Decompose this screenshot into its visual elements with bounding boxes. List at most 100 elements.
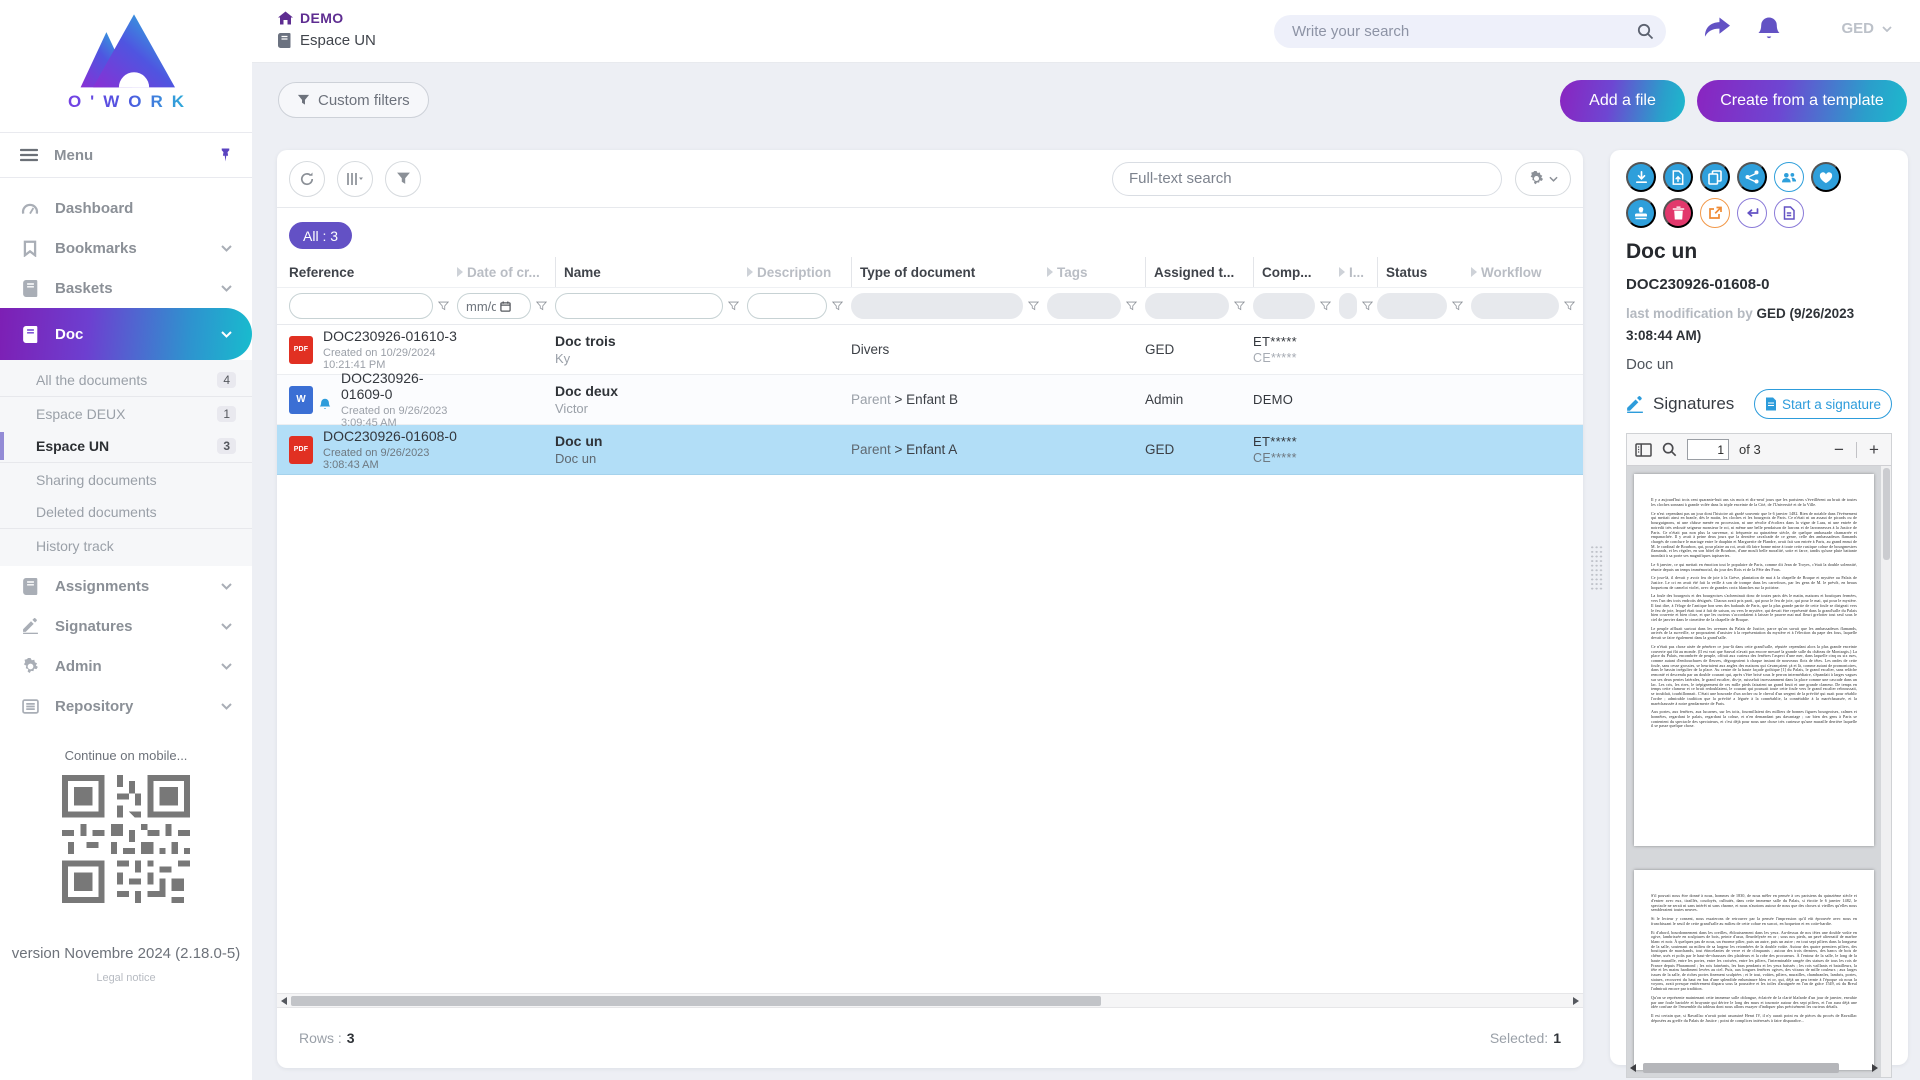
column-header-tags[interactable]: Tags [1047, 257, 1145, 287]
filter-assigned[interactable] [1145, 293, 1229, 319]
breadcrumb-current[interactable]: Espace UN [278, 32, 376, 49]
sidebar-menu-toggle[interactable]: Menu [0, 132, 252, 178]
filter-date-input[interactable] [466, 299, 496, 314]
scroll-right-arrow[interactable] [1573, 997, 1579, 1005]
filter-status[interactable] [1377, 293, 1447, 319]
return-button[interactable] [1737, 198, 1767, 228]
funnel-icon[interactable] [1028, 301, 1039, 311]
funnel-icon[interactable] [1126, 301, 1137, 311]
stamp-button[interactable] [1626, 198, 1656, 228]
scroll-right-arrow[interactable] [1872, 1064, 1878, 1072]
pdf-vertical-scrollbar[interactable] [1881, 466, 1891, 1077]
document-button[interactable] [1774, 198, 1804, 228]
scroll-left-arrow[interactable] [1630, 1064, 1636, 1072]
share-icon[interactable] [1704, 16, 1730, 40]
column-header-description[interactable]: Description [747, 257, 851, 287]
add-file-button[interactable]: Add a file [1560, 80, 1685, 122]
pdf-horizontal-scrollbar[interactable] [1627, 1062, 1881, 1074]
column-header-company[interactable]: Comp... [1253, 257, 1339, 287]
funnel-icon[interactable] [1362, 301, 1373, 311]
filter-reference-input[interactable] [298, 299, 424, 314]
funnel-icon[interactable] [1564, 301, 1575, 311]
calendar-icon[interactable] [500, 301, 511, 312]
share-nodes-button[interactable] [1737, 162, 1767, 192]
subnav-espace-deux[interactable]: Espace DEUX 1 [0, 397, 252, 430]
delete-button[interactable] [1663, 198, 1693, 228]
horizontal-scrollbar[interactable] [277, 993, 1583, 1008]
funnel-icon[interactable] [728, 301, 739, 311]
subnav-history-track[interactable]: History track [0, 529, 252, 562]
pdf-pages[interactable]: Il y a aujourd'hui trois cent quarante-h… [1627, 466, 1881, 1077]
sidebar-item-admin[interactable]: Admin [0, 646, 252, 686]
start-signature-button[interactable]: Start a signature [1754, 389, 1892, 419]
user-menu[interactable]: GED [1841, 20, 1892, 37]
column-header-status[interactable]: Status [1377, 257, 1471, 287]
sidebar-item-repository[interactable]: Repository [0, 686, 252, 726]
global-search-input[interactable] [1292, 23, 1637, 40]
table-row-selected[interactable]: PDF DOC230926-01608-0 Created on 9/26/20… [277, 425, 1583, 475]
sidebar-item-signatures[interactable]: Signatures [0, 606, 252, 646]
search-icon[interactable] [1637, 23, 1654, 40]
filter-name-input[interactable] [564, 299, 714, 314]
scrollbar-thumb[interactable] [291, 996, 1101, 1006]
sidebar-item-doc[interactable]: Doc [0, 308, 252, 360]
funnel-icon[interactable] [1234, 301, 1245, 311]
filter-tags[interactable] [1047, 293, 1121, 319]
pin-icon[interactable] [219, 148, 232, 162]
table-row[interactable]: PDF DOC230926-01610-3 Created on 10/29/2… [277, 325, 1583, 375]
custom-filters-button[interactable]: Custom filters [278, 82, 429, 118]
filter-description-input[interactable] [756, 299, 818, 314]
funnel-icon[interactable] [832, 301, 843, 311]
tab-all-count[interactable]: All : 3 [289, 222, 352, 249]
download-button[interactable] [1626, 162, 1656, 192]
funnel-icon[interactable] [536, 301, 547, 311]
sidebar-toggle-icon[interactable] [1635, 443, 1652, 457]
sidebar-item-dashboard[interactable]: Dashboard [0, 188, 252, 228]
global-search[interactable] [1274, 15, 1666, 48]
funnel-icon[interactable] [1320, 301, 1331, 311]
filter-date[interactable] [457, 293, 531, 319]
fulltext-search[interactable] [1112, 162, 1502, 196]
sidebar-item-assignments[interactable]: Assignments [0, 566, 252, 606]
column-header-i[interactable]: I... [1339, 257, 1377, 287]
scroll-left-arrow[interactable] [281, 997, 287, 1005]
file-upload-button[interactable] [1663, 162, 1693, 192]
filter-workflow[interactable] [1471, 293, 1559, 319]
external-link-button[interactable] [1700, 198, 1730, 228]
filter-name[interactable] [555, 293, 723, 319]
scrollbar-thumb[interactable] [1883, 468, 1890, 560]
column-header-assigned[interactable]: Assigned t... [1145, 257, 1253, 287]
columns-button[interactable] [337, 161, 373, 197]
filter-description[interactable] [747, 293, 827, 319]
funnel-icon[interactable] [438, 301, 449, 311]
table-row[interactable]: W DOC230926-01609-0 Created on 9/26/2023… [277, 375, 1583, 425]
column-header-name[interactable]: Name [555, 257, 747, 287]
bell-icon[interactable] [1757, 16, 1781, 42]
fulltext-search-input[interactable] [1129, 170, 1485, 187]
sidebar-item-baskets[interactable]: Baskets [0, 268, 252, 308]
subnav-deleted-documents[interactable]: Deleted documents [0, 496, 252, 529]
funnel-icon[interactable] [1452, 301, 1463, 311]
favorite-heart-button[interactable] [1811, 162, 1841, 192]
filter-button[interactable] [385, 161, 421, 197]
filter-company[interactable] [1253, 293, 1315, 319]
column-header-workflow[interactable]: Workflow [1471, 257, 1583, 287]
column-header-date[interactable]: Date of cr... [457, 257, 555, 287]
subnav-espace-un[interactable]: Espace UN 3 [0, 430, 252, 463]
filter-reference[interactable] [289, 293, 433, 319]
subnav-all-documents[interactable]: All the documents 4 [0, 364, 252, 397]
zoom-out-icon[interactable]: − [1830, 441, 1848, 458]
page-number-input[interactable] [1687, 439, 1729, 460]
subnav-sharing-documents[interactable]: Sharing documents [0, 463, 252, 496]
sidebar-item-bookmarks[interactable]: Bookmarks [0, 228, 252, 268]
filter-i[interactable] [1339, 293, 1357, 319]
zoom-in-icon[interactable]: + [1865, 441, 1883, 458]
column-header-reference[interactable]: Reference [289, 257, 457, 287]
table-settings-button[interactable] [1515, 162, 1571, 196]
pdf-search-icon[interactable] [1662, 442, 1677, 457]
panel-resize-handle[interactable] [1590, 545, 1603, 591]
legal-notice-link[interactable]: Legal notice [0, 972, 252, 984]
users-button[interactable] [1774, 162, 1804, 192]
filter-type[interactable] [851, 293, 1023, 319]
column-header-type[interactable]: Type of document [851, 257, 1047, 287]
